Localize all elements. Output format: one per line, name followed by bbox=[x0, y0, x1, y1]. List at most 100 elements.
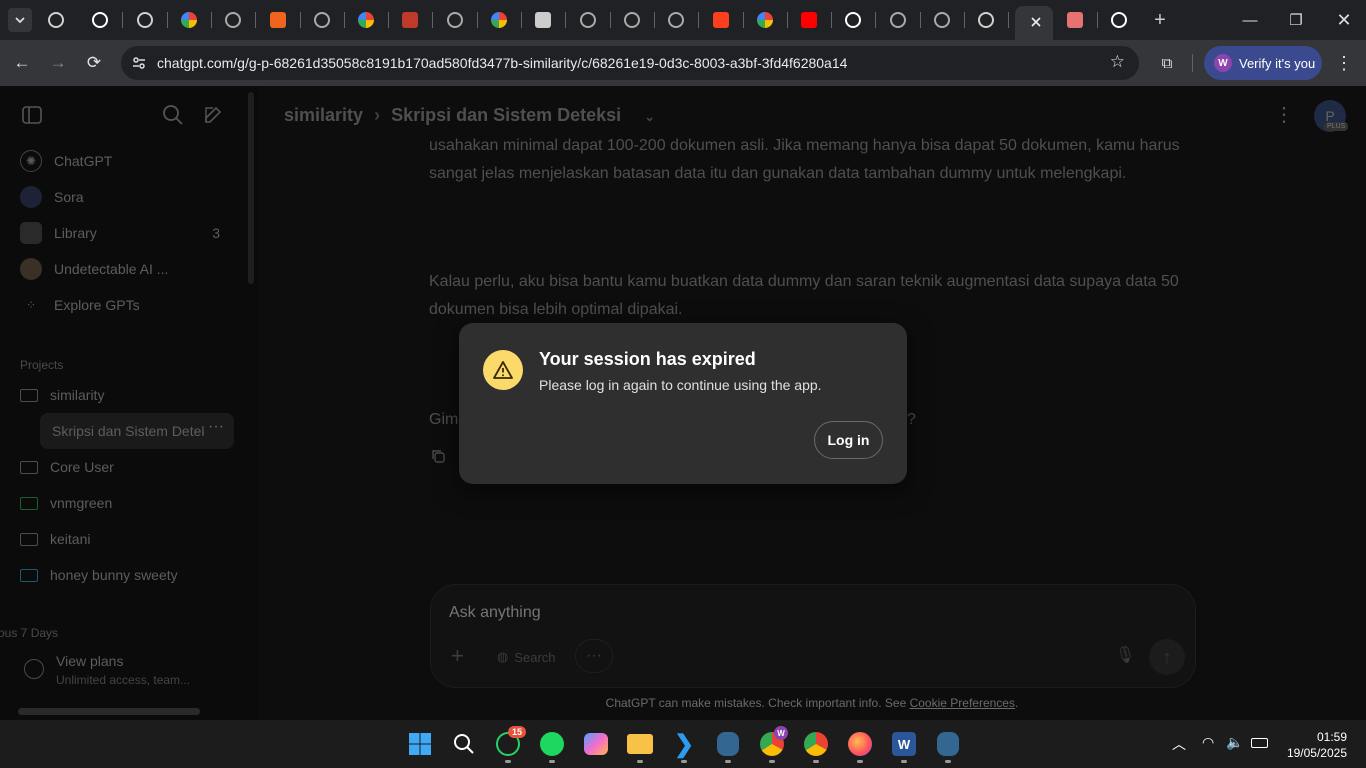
chatgpt-icon bbox=[48, 12, 64, 28]
address-bar[interactable]: chatgpt.com/g/g-p-68261d35058c8191b170ad… bbox=[121, 46, 1139, 80]
browser-tab[interactable] bbox=[266, 8, 290, 32]
globe-icon bbox=[446, 12, 463, 28]
file-explorer-app[interactable] bbox=[626, 730, 654, 758]
browser-tab[interactable] bbox=[664, 8, 688, 32]
tiktok-icon bbox=[845, 12, 862, 28]
close-icon[interactable] bbox=[1030, 16, 1042, 28]
firefox-app[interactable] bbox=[846, 730, 874, 758]
windows-taskbar: 15 ❯ W W ︿ ◠ 🔈 01:59 19/05/2025 bbox=[0, 720, 1366, 768]
tab-search-dropdown[interactable] bbox=[8, 8, 32, 32]
browser-tab[interactable] bbox=[620, 8, 644, 32]
new-tab-button[interactable]: + bbox=[1148, 8, 1172, 32]
running-indicator bbox=[769, 760, 775, 763]
browser-tab[interactable] bbox=[487, 8, 511, 32]
active-tab[interactable] bbox=[1015, 6, 1053, 40]
folder-icon bbox=[627, 734, 653, 754]
browser-tab[interactable] bbox=[886, 8, 910, 32]
elephant-icon bbox=[717, 732, 739, 756]
tab-separator bbox=[343, 12, 345, 28]
chatgpt-icon bbox=[136, 12, 153, 28]
battery-icon[interactable] bbox=[1251, 738, 1268, 748]
tab-separator bbox=[299, 12, 301, 28]
search-icon bbox=[454, 734, 474, 754]
chrome-profile-app[interactable]: W bbox=[758, 726, 788, 758]
site-info-icon[interactable] bbox=[131, 55, 147, 71]
globe-icon bbox=[313, 12, 330, 28]
browser-tab[interactable] bbox=[354, 8, 378, 32]
system-clock[interactable]: 01:59 19/05/2025 bbox=[1287, 729, 1347, 761]
taskbar-search-button[interactable] bbox=[450, 730, 478, 758]
chevron-up-icon[interactable]: ︿ bbox=[1172, 734, 1186, 754]
extensions-icon[interactable]: ⧉ bbox=[1155, 51, 1179, 75]
tab-separator bbox=[210, 12, 212, 28]
running-indicator bbox=[549, 760, 555, 763]
copilot-app[interactable] bbox=[582, 730, 610, 758]
browser-tab[interactable] bbox=[310, 8, 334, 32]
reload-button[interactable]: ⟳ bbox=[82, 51, 106, 75]
vscode-app[interactable]: ❯ bbox=[670, 730, 698, 758]
verify-profile-button[interactable]: W Verify it's you bbox=[1204, 46, 1322, 80]
browser-tab[interactable] bbox=[88, 8, 112, 32]
spotify-app[interactable] bbox=[538, 730, 566, 758]
browser-tab[interactable] bbox=[531, 8, 555, 32]
browser-tab[interactable] bbox=[221, 8, 245, 32]
browser-tab[interactable] bbox=[44, 8, 68, 32]
google-icon bbox=[491, 12, 507, 28]
browser-tab[interactable] bbox=[398, 8, 422, 32]
tab-separator bbox=[653, 12, 655, 28]
warning-icon bbox=[483, 350, 523, 390]
browser-tab[interactable] bbox=[133, 8, 157, 32]
tab-separator bbox=[1096, 12, 1098, 28]
chrome-app[interactable] bbox=[802, 730, 830, 758]
tab-separator bbox=[521, 12, 522, 28]
globe-icon bbox=[889, 12, 906, 28]
chatgpt-icon bbox=[978, 12, 995, 28]
log-in-button[interactable]: Log in bbox=[814, 421, 883, 459]
url-text[interactable]: chatgpt.com/g/g-p-68261d35058c8191b170ad… bbox=[157, 55, 847, 71]
google-icon bbox=[756, 12, 773, 28]
browser-tab[interactable] bbox=[841, 8, 865, 32]
postgres-app[interactable] bbox=[714, 730, 742, 758]
globe-icon bbox=[668, 12, 685, 28]
back-button[interactable]: ← bbox=[10, 51, 34, 75]
running-indicator bbox=[945, 760, 951, 763]
tab-separator bbox=[432, 12, 434, 28]
tab-separator bbox=[565, 12, 567, 28]
close-window-button[interactable]: ✕ bbox=[1332, 8, 1356, 32]
tab-separator bbox=[742, 12, 744, 28]
browser-menu-button[interactable]: ⋮ bbox=[1332, 51, 1356, 75]
whatsapp-app[interactable]: 15 bbox=[494, 726, 527, 758]
chatgpt-app: ✺ ChatGPT Sora Library 3 Undetectable AI… bbox=[0, 86, 1366, 720]
bookmark-star-icon[interactable]: ☆ bbox=[1110, 52, 1125, 72]
browser-tab[interactable] bbox=[709, 8, 733, 32]
forward-button[interactable]: → bbox=[46, 51, 70, 75]
firefox-icon bbox=[848, 732, 872, 756]
browser-tab[interactable] bbox=[930, 8, 954, 32]
dialog-message: Please log in again to continue using th… bbox=[539, 377, 822, 393]
browser-tab[interactable] bbox=[797, 8, 821, 32]
elephant-icon bbox=[937, 732, 959, 756]
tab-separator bbox=[255, 12, 257, 28]
word-app[interactable]: W bbox=[890, 730, 918, 758]
tab-separator bbox=[786, 12, 788, 28]
browser-tab[interactable] bbox=[177, 8, 201, 32]
tab-separator bbox=[166, 12, 168, 28]
start-button[interactable] bbox=[406, 730, 434, 758]
tab-separator bbox=[609, 12, 611, 28]
browser-tab[interactable] bbox=[974, 8, 998, 32]
dialog-title: Your session has expired bbox=[539, 349, 756, 369]
vscode-icon: ❯ bbox=[673, 730, 695, 758]
browser-tab[interactable] bbox=[753, 8, 777, 32]
browser-tab[interactable] bbox=[1063, 8, 1087, 32]
restore-button[interactable]: ❐ bbox=[1284, 8, 1308, 32]
browser-tab[interactable] bbox=[1107, 8, 1131, 32]
minimize-button[interactable]: — bbox=[1238, 8, 1262, 32]
tab-separator bbox=[831, 12, 833, 28]
browser-tab[interactable] bbox=[576, 8, 600, 32]
running-indicator bbox=[681, 760, 687, 763]
volume-icon[interactable]: 🔈 bbox=[1226, 734, 1243, 751]
pgadmin-app[interactable] bbox=[934, 730, 962, 758]
wifi-icon[interactable]: ◠ bbox=[1202, 734, 1214, 751]
browser-tab[interactable] bbox=[443, 8, 467, 32]
tab-separator bbox=[1008, 12, 1010, 28]
